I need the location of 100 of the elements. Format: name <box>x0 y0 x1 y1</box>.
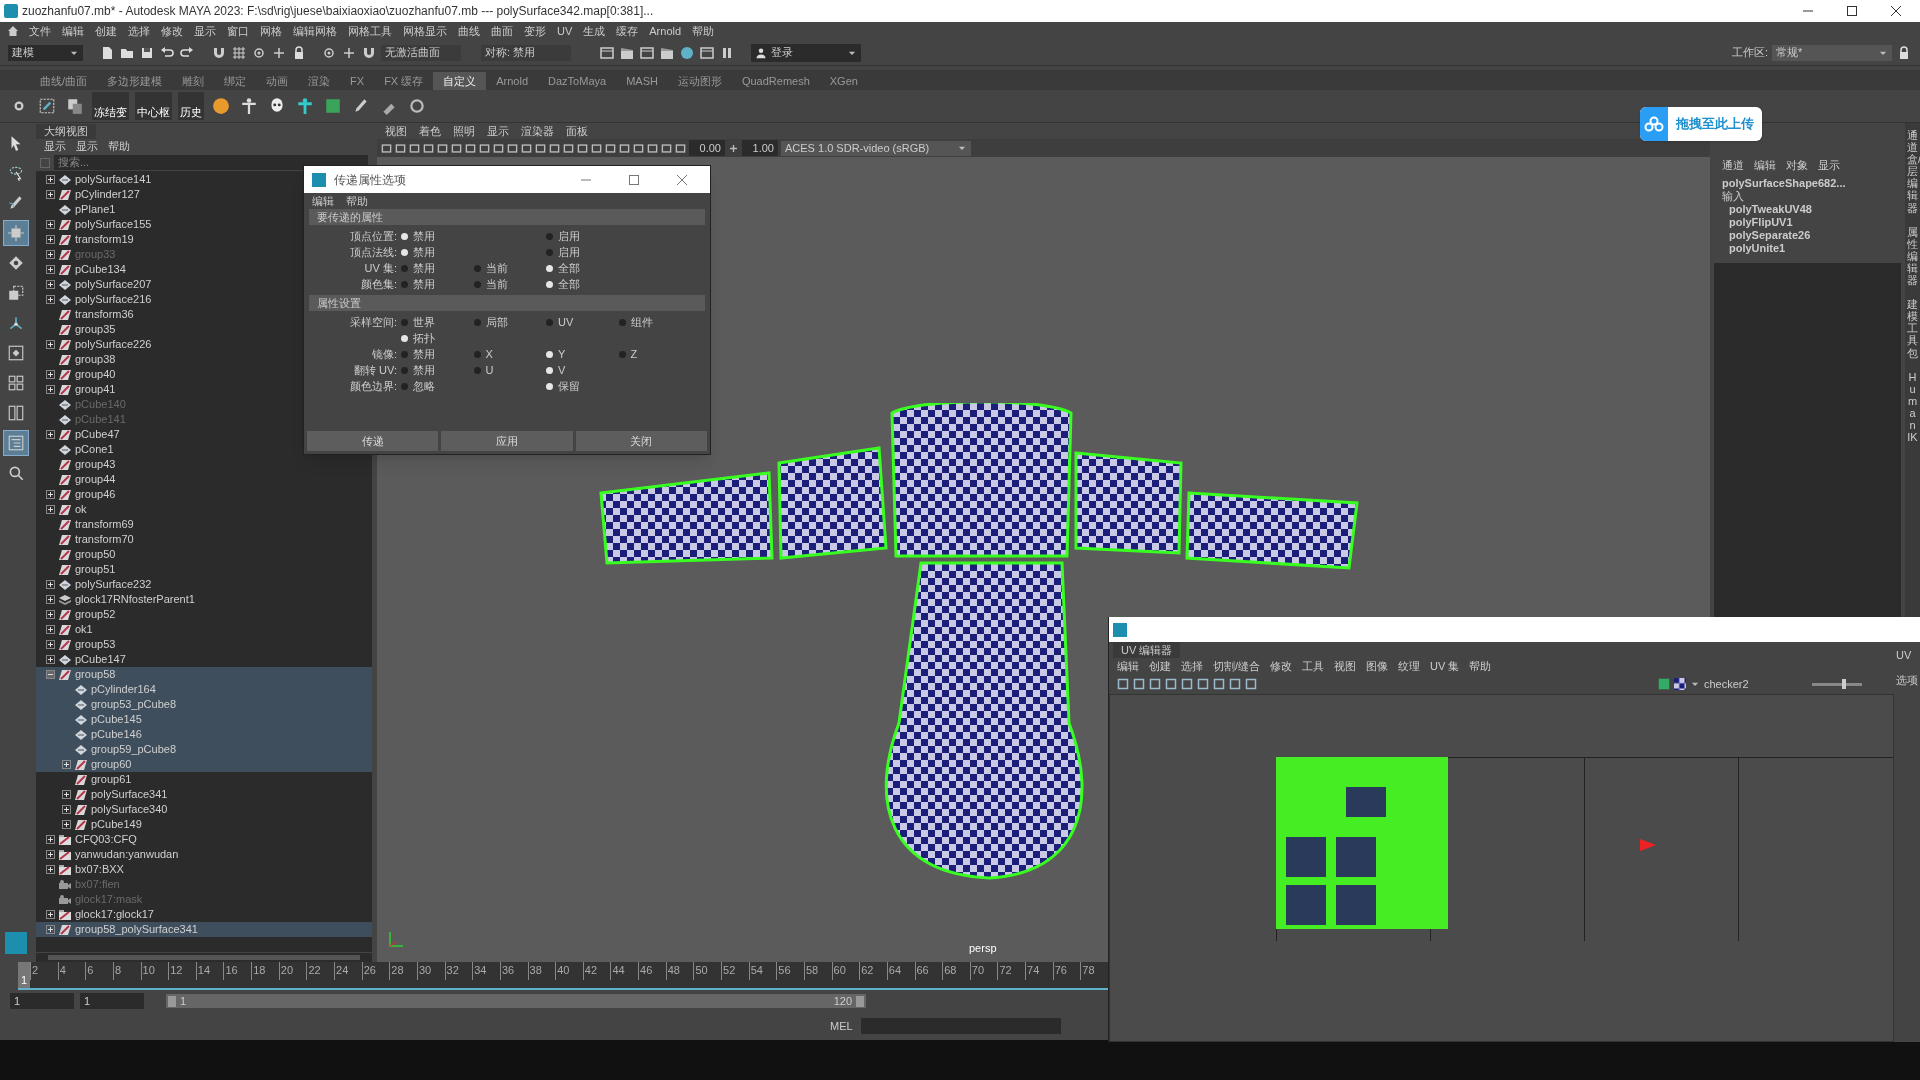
shelf-tab[interactable]: DazToMaya <box>538 72 617 90</box>
expand-icon[interactable] <box>46 850 55 859</box>
grid-snap-icon[interactable] <box>231 44 247 61</box>
menu-item[interactable]: 选择 <box>128 22 150 40</box>
render-icon[interactable] <box>699 44 715 61</box>
panel-menu-item[interactable]: 面板 <box>566 122 588 140</box>
playback-start-field[interactable]: 1 <box>80 992 144 1010</box>
menu-item[interactable]: 纹理 <box>1398 657 1421 675</box>
menu-item[interactable]: 创建 <box>1149 657 1171 675</box>
outliner-row[interactable]: polySurface341 <box>36 787 372 802</box>
expand-icon[interactable] <box>46 385 55 394</box>
expand-icon[interactable] <box>46 595 55 604</box>
outliner-row[interactable]: transform69 <box>36 517 372 532</box>
outliner-row[interactable]: pCube145 <box>36 712 372 727</box>
viewport-tool-icon[interactable] <box>549 142 560 154</box>
radio-option[interactable]: Y <box>546 347 619 361</box>
menu-item[interactable]: 对象 <box>1786 156 1808 174</box>
checker-icon[interactable] <box>1674 678 1686 690</box>
menu-item[interactable]: 变形 <box>524 22 546 40</box>
maximize-icon[interactable] <box>1847 6 1857 16</box>
uv-tool-icon[interactable] <box>1181 678 1193 690</box>
uv-tool-icon[interactable] <box>1213 678 1225 690</box>
outliner-row[interactable]: pCube149 <box>36 817 372 832</box>
outliner-row[interactable]: pCube146 <box>36 727 372 742</box>
menu-item[interactable]: 缓存 <box>616 22 639 40</box>
menu-item[interactable]: 编辑 <box>1117 657 1139 675</box>
live-surface-field[interactable]: 无激活曲面 <box>381 44 461 61</box>
viewport-tool-icon[interactable] <box>451 142 462 154</box>
radio-option[interactable]: 忽略 <box>401 379 474 393</box>
shelf-button[interactable]: 中心枢 <box>135 92 172 120</box>
menu-set-dropdown[interactable]: 建模 <box>8 44 83 61</box>
menu-item[interactable]: UV 集 <box>1430 657 1460 675</box>
menu-item[interactable]: 网格工具 <box>348 22 392 40</box>
outliner-row[interactable]: group60 <box>36 757 372 772</box>
expand-icon[interactable] <box>46 910 55 919</box>
menu-item[interactable]: 修改 <box>161 22 183 40</box>
uv-tool-icon[interactable] <box>1133 678 1145 690</box>
torso-mesh-drawing[interactable] <box>884 561 1084 880</box>
shelf-button[interactable]: 冻结变 <box>92 92 129 120</box>
outliner-row[interactable]: group43 <box>36 457 372 472</box>
viewport-tool-icon[interactable] <box>423 142 434 154</box>
outliner-row[interactable]: group52 <box>36 607 372 622</box>
start-frame-field[interactable]: 1 <box>10 992 74 1010</box>
radio-option[interactable]: 拓扑 <box>401 331 474 345</box>
image-icon[interactable] <box>1658 678 1670 690</box>
menu-item[interactable]: 视图 <box>1334 657 1357 675</box>
shelf-tab[interactable]: 多边形建模 <box>97 72 173 90</box>
outliner-row[interactable]: polySurface232 <box>36 577 372 592</box>
expand-icon[interactable] <box>46 835 55 844</box>
outliner-row[interactable]: group51 <box>36 562 372 577</box>
outliner-layout-icon[interactable] <box>4 431 28 455</box>
outliner-row[interactable]: pCylinder164 <box>36 682 372 697</box>
viewport-tool-icon[interactable] <box>493 142 504 154</box>
expand-icon[interactable] <box>46 490 55 499</box>
outliner-tab[interactable]: 大纲视图 <box>36 124 96 139</box>
radio-option[interactable]: X <box>473 347 546 361</box>
shelf-tab[interactable]: Arnold <box>486 72 539 90</box>
viewport-tool-icon[interactable] <box>591 142 602 154</box>
collapse-icon[interactable] <box>46 670 55 679</box>
menu-item[interactable]: 修改 <box>1270 657 1293 675</box>
radio-option[interactable]: 禁用 <box>401 261 474 275</box>
uv-tool-icon[interactable] <box>1197 678 1209 690</box>
input-node-name[interactable]: polyFlipUV1 <box>1722 216 1897 229</box>
search-field[interactable]: 搜索... <box>54 155 368 170</box>
panel-menu-item[interactable]: 渲染器 <box>521 122 554 140</box>
radio-option[interactable]: 世界 <box>401 315 474 329</box>
expand-icon[interactable] <box>46 295 55 304</box>
outliner-row[interactable]: pCube147 <box>36 652 372 667</box>
outliner-row[interactable]: group46 <box>36 487 372 502</box>
viewport-tool-icon[interactable] <box>563 142 574 154</box>
panel-menu-item[interactable]: 显示 <box>487 122 509 140</box>
outliner-row[interactable]: glock17RNfosterParent1 <box>36 592 372 607</box>
shelf-tab[interactable]: 绑定 <box>214 72 257 90</box>
expand-icon[interactable] <box>46 220 55 229</box>
viewport-tool-icon[interactable] <box>619 142 630 154</box>
menu-item[interactable]: 图像 <box>1366 657 1389 675</box>
shelf-tab[interactable]: 动画 <box>256 72 299 90</box>
sleeve-mesh-drawing[interactable] <box>1074 451 1183 555</box>
render-icon[interactable] <box>599 44 615 61</box>
radio-option[interactable]: 当前 <box>473 261 546 275</box>
expand-icon[interactable] <box>46 655 55 664</box>
input-node-name[interactable]: polyUnite1 <box>1722 242 1897 255</box>
uv-island-drawing[interactable] <box>1276 757 1448 929</box>
shelf-tab[interactable]: 曲线/曲面 <box>30 72 98 90</box>
panel-menu-item[interactable]: 视图 <box>385 122 407 140</box>
menu-item[interactable]: UV <box>557 22 573 40</box>
expand-icon[interactable] <box>62 760 71 769</box>
expand-icon[interactable] <box>46 505 55 514</box>
side-panel-label[interactable]: UV <box>1896 647 1920 664</box>
circle-icon[interactable] <box>210 95 232 117</box>
menu-item[interactable]: 工具 <box>1302 657 1325 675</box>
panel-menu-item[interactable]: 照明 <box>453 122 475 140</box>
range-handle[interactable] <box>168 995 176 1007</box>
radio-option[interactable]: 禁用 <box>401 245 474 259</box>
expand-icon[interactable] <box>46 580 55 589</box>
shelf-tab[interactable]: 渲染 <box>298 72 341 90</box>
outliner-row[interactable]: ok <box>36 502 372 517</box>
outliner-row[interactable]: group59_pCube8 <box>36 742 372 757</box>
side-tab[interactable]: Human IK <box>1907 370 1918 444</box>
viewport-tool-icon[interactable] <box>661 142 672 154</box>
